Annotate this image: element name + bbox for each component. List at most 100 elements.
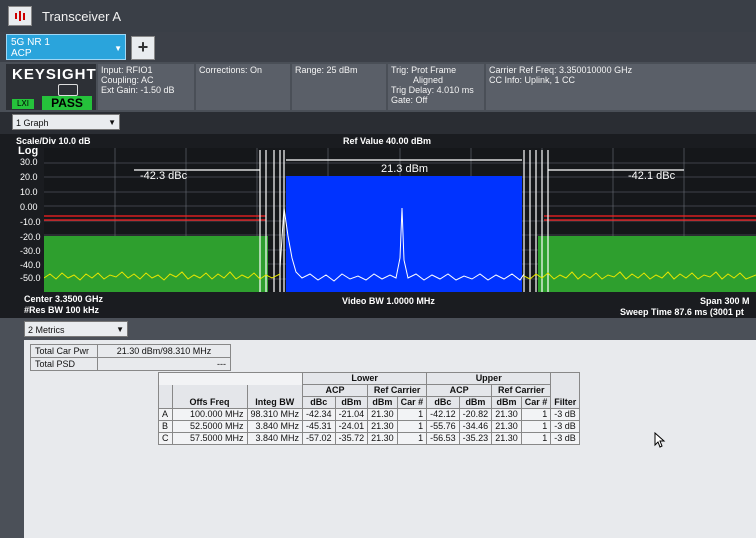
logo-area: KEYSIGHT LXI PASS: [6, 64, 96, 110]
corrections-label: Corrections: On: [199, 65, 263, 75]
upper-adjacent-channel-band: [538, 236, 756, 292]
lower-ref-carrier-header: Ref Carrier: [367, 384, 428, 397]
lower-dbm-cell: -24.01: [334, 420, 369, 433]
filter-cell: -3 dB: [550, 420, 581, 433]
upper-ref-cell: 21.30: [491, 432, 522, 445]
lower-dbm-cell: -21.04: [334, 408, 369, 421]
mode-selector[interactable]: 5G NR 1 ACP ▼: [6, 34, 126, 60]
trigger-delay-label: Trig Delay: 4.010 ms: [391, 85, 474, 95]
offs-freq-cell: 57.5000 MHz: [171, 432, 248, 445]
input-settings[interactable]: Input: RFIO1 Coupling: AC Ext Gain: -1.5…: [98, 64, 194, 110]
y-tick: -30.0: [20, 246, 41, 256]
range-settings[interactable]: Range: 25 dBm: [292, 64, 386, 110]
table-row[interactable]: C 57.5000 MHz 3.840 MHz -57.02 -35.72 21…: [158, 432, 581, 445]
video-bw-label: Video BW 1.0000 MHz: [342, 296, 435, 306]
upper-acp-header: ACP: [426, 384, 493, 397]
ext-gain-label: Ext Gain: -1.50 dB: [101, 85, 175, 95]
pass-badge: PASS: [42, 96, 92, 110]
y-tick: 30.0: [20, 157, 38, 167]
upper-car-cell: 1: [520, 420, 552, 433]
table-row: Total Car Pwr 21.30 dBm/98.310 MHz: [30, 344, 231, 358]
acp-results-table: Lower Upper ACP Ref Carrier ACP Ref Carr…: [157, 372, 581, 445]
lower-car-cell: 1: [396, 420, 428, 433]
settings-info-bar: KEYSIGHT LXI PASS Input: RFIO1 Coupling:…: [0, 62, 756, 112]
table-row[interactable]: A 100.000 MHz 98.310 MHz -42.34 -21.04 2…: [158, 408, 581, 421]
upper-dbc-cell: -55.76: [426, 420, 460, 433]
lxi-badge: LXI: [12, 99, 34, 109]
table-row: Total PSD ---: [30, 357, 231, 371]
integ-bw-cell: 98.310 MHz: [246, 408, 304, 421]
graph-count-label: 1 Graph: [16, 118, 49, 128]
ref-value-label: Ref Value 40.00 dBm: [343, 136, 432, 146]
filter-cell: -3 dB: [550, 408, 581, 421]
center-freq-label: Center 3.3500 GHz: [24, 294, 104, 304]
mouse-cursor-icon: [654, 432, 666, 448]
lower-dbc-header: dBc: [302, 396, 336, 409]
total-psd-value: ---: [97, 357, 231, 371]
table-header-row: Lower Upper: [157, 372, 581, 385]
add-screen-button[interactable]: +: [131, 36, 155, 60]
upper-car-header: Car #: [520, 396, 552, 409]
lower-acp-header: ACP: [302, 384, 369, 397]
filter-cell: -3 dB: [550, 432, 581, 445]
filter-header: Filter: [550, 396, 581, 409]
lower-car-cell: 1: [396, 408, 428, 421]
upper-dbm-header: dBm: [458, 396, 493, 409]
upper-car-cell: 1: [520, 432, 552, 445]
total-psd-label: Total PSD: [30, 357, 98, 371]
y-tick: 10.0: [20, 187, 38, 197]
row-id: A: [158, 408, 173, 421]
upper-ref-cell: 21.30: [491, 420, 522, 433]
total-car-pwr-value: 21.30 dBm/98.310 MHz: [97, 344, 231, 358]
upper-ref-cell: 21.30: [491, 408, 522, 421]
carrier-power-annotation: 21.3 dBm: [381, 163, 428, 175]
integ-bw-cell: 3.840 MHz: [246, 420, 304, 433]
window-title: Transceiver A: [42, 8, 121, 24]
graph-count-dropdown[interactable]: 1 Graph ▼: [12, 114, 120, 130]
upper-dbm-cell: -20.82: [458, 408, 493, 421]
y-tick: 0.00: [20, 202, 38, 212]
chevron-down-icon: ▼: [108, 118, 116, 127]
offs-freq-cell: 52.5000 MHz: [171, 420, 248, 433]
lower-dbm-cell: -35.72: [334, 432, 369, 445]
span-label: Span 300 M: [700, 296, 750, 306]
log-scale-label: Log: [18, 145, 39, 157]
trigger-settings[interactable]: Trig: Prot Frame Aligned Trig Delay: 4.0…: [388, 64, 484, 110]
carrier-ref-freq-label: Carrier Ref Freq: 3.350010000 GHz: [489, 65, 633, 75]
upper-ref-dbm-header: dBm: [491, 396, 522, 409]
lower-header: Lower: [302, 372, 428, 385]
y-tick: -50.0: [20, 273, 41, 283]
res-bw-label: #Res BW 100 kHz: [24, 305, 100, 315]
upper-dbc-cell: -42.12: [426, 408, 460, 421]
lower-ref-cell: 21.30: [367, 420, 398, 433]
lower-adjacent-channel-band: [44, 236, 268, 292]
upper-ref-carrier-header: Ref Carrier: [491, 384, 552, 397]
row-id: B: [158, 420, 173, 433]
offs-freq-cell: 100.000 MHz: [171, 408, 248, 421]
y-tick: -10.0: [20, 217, 41, 227]
carrier-settings[interactable]: Carrier Ref Freq: 3.350010000 GHz CC Inf…: [486, 64, 756, 110]
offs-freq-header: Offs Freq: [171, 396, 248, 409]
y-tick: -20.0: [20, 232, 41, 242]
upper-dbm-cell: -35.23: [458, 432, 493, 445]
carrier-channel-band: [286, 176, 522, 292]
coupling-label: Coupling: AC: [101, 75, 154, 85]
app-icon[interactable]: [8, 6, 32, 26]
upper-header: Upper: [426, 372, 552, 385]
trigger-aligned-label: Aligned: [413, 75, 444, 85]
lower-dbm-header: dBm: [334, 396, 369, 409]
corrections-settings[interactable]: Corrections: On: [196, 64, 290, 110]
mode-bar: 5G NR 1 ACP ▼ +: [0, 32, 756, 62]
integ-bw-cell: 3.840 MHz: [246, 432, 304, 445]
table-row[interactable]: B 52.5000 MHz 3.840 MHz -45.31 -24.01 21…: [158, 420, 581, 433]
message-icon[interactable]: [58, 84, 78, 96]
upper-dbc-cell: -56.53: [426, 432, 460, 445]
integ-bw-header: Integ BW: [246, 396, 304, 409]
lower-car-header: Car #: [396, 396, 428, 409]
table-header-row: Offs Freq Integ BW dBc dBm dBm Car # dBc…: [158, 396, 581, 409]
upper-car-cell: 1: [520, 408, 552, 421]
spectrum-plot[interactable]: -42.3 dBc 21.3 dBm -42.1 dBc: [44, 148, 756, 292]
metrics-count-dropdown[interactable]: 2 Metrics ▼: [24, 321, 128, 337]
gate-label: Gate: Off: [391, 95, 428, 105]
chevron-down-icon: ▼: [116, 325, 124, 334]
